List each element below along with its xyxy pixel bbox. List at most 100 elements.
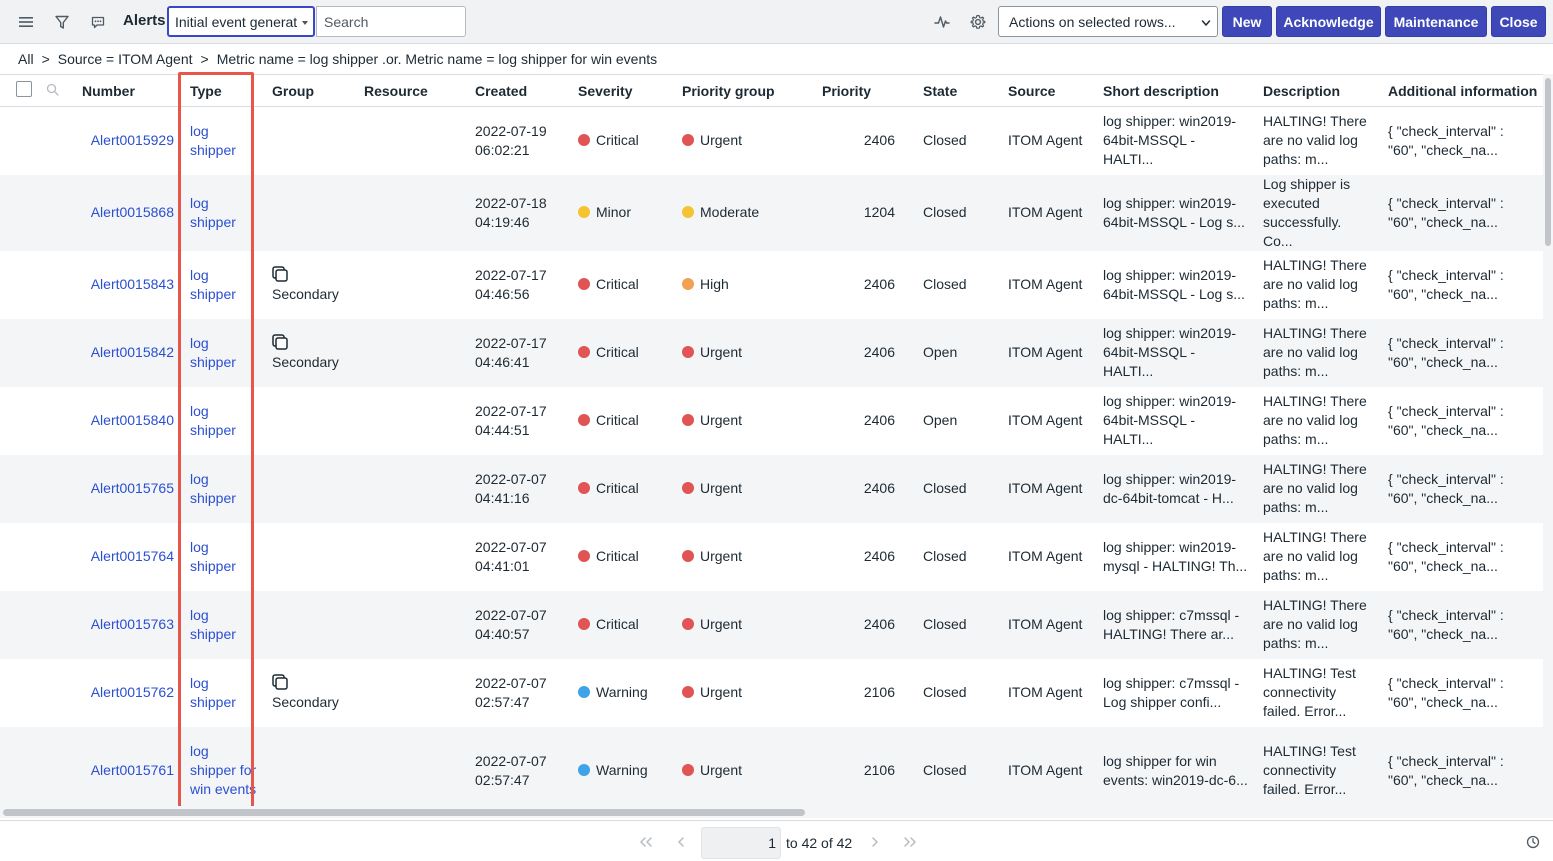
- horizontal-scrollbar-thumb[interactable]: [3, 809, 805, 816]
- alert-number-link[interactable]: Alert0015763: [91, 616, 174, 632]
- type-link[interactable]: log shipper: [190, 607, 236, 642]
- type-link[interactable]: log shipper: [190, 335, 236, 370]
- alert-number-link[interactable]: Alert0015843: [91, 276, 174, 292]
- breadcrumb-item-source[interactable]: Source = ITOM Agent: [58, 51, 193, 67]
- state-cell: Closed: [915, 454, 1000, 523]
- short-description-cell: log shipper: c7mssql - Log shipper confi…: [1103, 674, 1240, 710]
- horizontal-scrollbar[interactable]: [0, 806, 1543, 818]
- select-all-checkbox[interactable]: [16, 81, 32, 97]
- chat-icon[interactable]: [87, 11, 109, 33]
- group-stack-icon[interactable]: [272, 673, 288, 690]
- type-link[interactable]: log shipper: [190, 267, 236, 302]
- group-stack-icon[interactable]: [272, 333, 288, 350]
- created-date: 2022-07-17: [475, 402, 547, 419]
- alert-number-link[interactable]: Alert0015840: [91, 412, 174, 428]
- source-cell: ITOM Agent: [1000, 318, 1095, 387]
- column-header-resource[interactable]: Resource: [356, 74, 467, 107]
- breadcrumb-item-all[interactable]: All: [18, 51, 34, 67]
- search-input[interactable]: [316, 6, 466, 37]
- hamburger-icon[interactable]: [15, 11, 37, 33]
- alert-number-link[interactable]: Alert0015762: [91, 684, 174, 700]
- alert-number-link[interactable]: Alert0015929: [91, 132, 174, 148]
- search-field-select[interactable]: Initial event generat: [167, 6, 315, 37]
- alert-number-link[interactable]: Alert0015761: [91, 762, 174, 778]
- alert-number-link[interactable]: Alert0015842: [91, 344, 174, 360]
- created-date: 2022-07-07: [475, 606, 547, 623]
- table-row[interactable]: Alert0015761 log shipper for win events …: [0, 726, 1543, 806]
- type-link[interactable]: log shipper: [190, 675, 236, 710]
- table-row[interactable]: Alert0015762 log shipper Secondary 2022-…: [0, 659, 1543, 727]
- magnifier-icon[interactable]: [46, 83, 59, 99]
- number-cell: Alert0015868: [74, 174, 182, 251]
- created-date: 2022-07-07: [475, 470, 547, 487]
- column-header-created[interactable]: Created: [467, 74, 570, 107]
- double-chevron-right-icon[interactable]: [901, 834, 919, 850]
- source-cell: ITOM Agent: [1000, 174, 1095, 251]
- severity-label: Critical: [596, 344, 639, 360]
- acknowledge-button[interactable]: Acknowledge: [1276, 6, 1381, 37]
- priority-group-cell: Urgent: [674, 387, 814, 455]
- severity-cell: Critical: [570, 107, 674, 175]
- type-link[interactable]: log shipper for win events: [190, 743, 256, 797]
- filter-icon[interactable]: [51, 11, 73, 33]
- alert-number-link[interactable]: Alert0015765: [91, 480, 174, 496]
- short-description-cell: log shipper for win events: win2019-dc-6…: [1095, 726, 1255, 806]
- table-row[interactable]: Alert0015840 log shipper 2022-07-17 04:44…: [0, 387, 1543, 455]
- column-header-additional-information[interactable]: Additional information: [1380, 74, 1543, 107]
- column-header-group[interactable]: Group: [264, 74, 356, 107]
- clock-info-icon[interactable]: [1524, 834, 1542, 850]
- breadcrumb-item-metric[interactable]: Metric name = log shipper .or. Metric na…: [217, 51, 657, 67]
- new-button[interactable]: New: [1222, 6, 1272, 37]
- description-cell: HALTING! Test connectivity failed. Error…: [1263, 665, 1356, 719]
- table-row[interactable]: Alert0015929 log shipper 2022-07-19 06:02…: [0, 107, 1543, 175]
- vertical-scrollbar[interactable]: [1543, 74, 1553, 818]
- column-header-source[interactable]: Source: [1000, 74, 1095, 107]
- column-header-short-description[interactable]: Short description: [1095, 74, 1255, 107]
- table-row[interactable]: Alert0015764 log shipper 2022-07-07 04:41…: [0, 523, 1543, 591]
- double-chevron-left-icon[interactable]: [637, 834, 655, 850]
- table-row[interactable]: Alert0015765 log shipper 2022-07-07 04:41…: [0, 454, 1543, 523]
- resource-cell: [356, 523, 467, 591]
- vertical-scrollbar-thumb[interactable]: [1545, 78, 1551, 246]
- group-stack-icon[interactable]: [272, 265, 288, 282]
- column-header-severity[interactable]: Severity: [570, 74, 674, 107]
- table-row[interactable]: Alert0015842 log shipper Secondary 2022-…: [0, 318, 1543, 387]
- maintenance-button[interactable]: Maintenance: [1385, 6, 1487, 37]
- column-header-type[interactable]: Type: [182, 74, 264, 107]
- chevron-right-icon[interactable]: [866, 834, 884, 850]
- column-header-priority[interactable]: Priority: [814, 74, 915, 107]
- type-link[interactable]: log shipper: [190, 471, 236, 506]
- alert-number-link[interactable]: Alert0015764: [91, 548, 174, 564]
- page-number-input[interactable]: 1: [701, 827, 781, 859]
- column-header-state[interactable]: State: [915, 74, 1000, 107]
- type-link[interactable]: log shipper: [190, 123, 236, 158]
- type-link[interactable]: log shipper: [190, 539, 236, 574]
- column-header-number[interactable]: Number: [74, 74, 182, 107]
- priority-group-dot-icon: [682, 206, 694, 218]
- alert-number-link[interactable]: Alert0015868: [91, 204, 174, 220]
- priority-group-label: Urgent: [700, 548, 743, 564]
- close-button[interactable]: Close: [1491, 6, 1546, 37]
- table-row[interactable]: Alert0015868 log shipper 2022-07-18 04:19…: [0, 174, 1543, 251]
- table-row[interactable]: Alert0015843 log shipper Secondary 2022-…: [0, 251, 1543, 319]
- severity-cell: Warning: [570, 726, 674, 806]
- priority-cell: 2406: [814, 590, 915, 659]
- type-link[interactable]: log shipper: [190, 403, 236, 438]
- source-cell: ITOM Agent: [1008, 548, 1083, 564]
- pulse-icon[interactable]: [931, 11, 953, 33]
- group-label: Secondary: [272, 285, 339, 302]
- state-cell: Open: [923, 412, 958, 428]
- table-row[interactable]: Alert0015763 log shipper 2022-07-07 04:40…: [0, 590, 1543, 659]
- column-header-description[interactable]: Description: [1255, 74, 1380, 107]
- gear-icon[interactable]: [967, 11, 989, 33]
- severity-dot-icon: [578, 550, 590, 562]
- group-wrapper: Secondary: [272, 673, 350, 710]
- row-checkbox-cell: [0, 318, 38, 387]
- row-checkbox-cell: [0, 659, 38, 727]
- chevron-left-icon[interactable]: [672, 834, 690, 850]
- actions-on-selected-rows-select[interactable]: Actions on selected rows...: [998, 6, 1218, 37]
- priority-group-cell: High: [674, 251, 814, 319]
- column-header-priority-group[interactable]: Priority group: [674, 74, 814, 107]
- resource-cell: [356, 387, 467, 455]
- type-link[interactable]: log shipper: [190, 195, 236, 230]
